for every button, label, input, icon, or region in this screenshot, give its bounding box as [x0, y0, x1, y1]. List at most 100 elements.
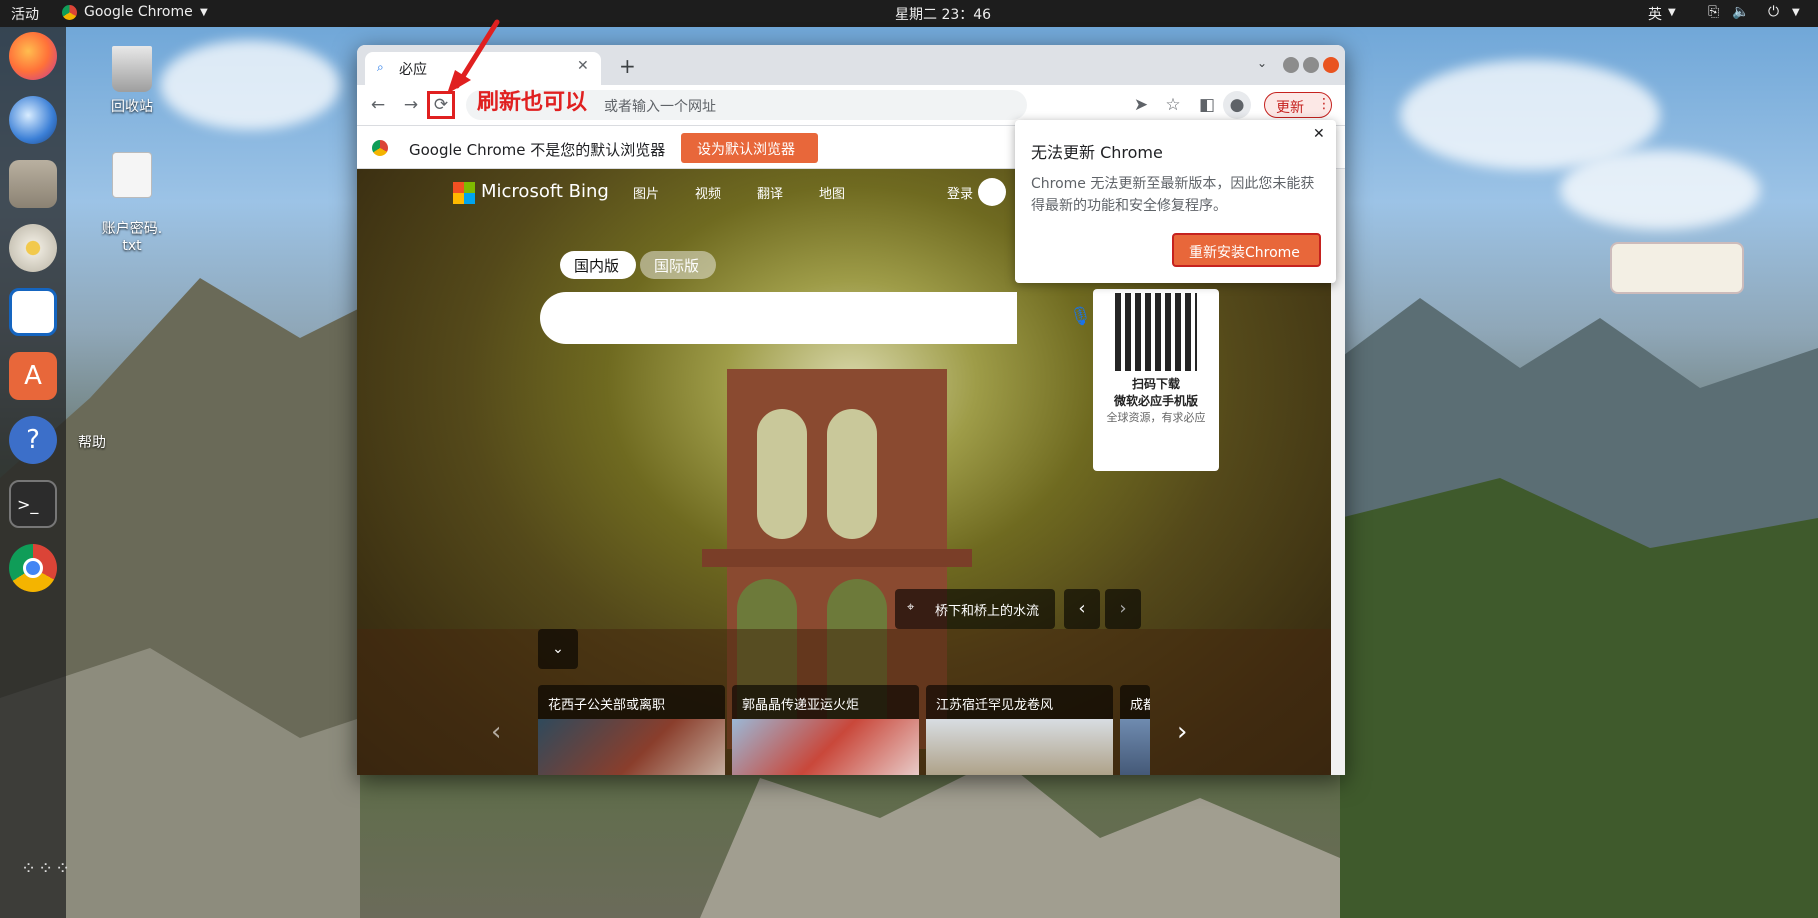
update-button[interactable]: 更新 ⋮ [1264, 92, 1332, 118]
tab-domestic-label: 国内版 [574, 257, 620, 275]
back-button[interactable]: ← [364, 91, 392, 119]
location-pin-icon: ⌖ [907, 600, 915, 615]
news-card[interactable]: 江苏宿迁罕见龙卷风 [926, 685, 1113, 775]
input-method-indicator[interactable]: 英 [1648, 4, 1662, 24]
carousel-prev-icon[interactable]: ‹ [491, 717, 501, 747]
text-file-icon [112, 152, 152, 198]
reinstall-chrome-label: 重新安装Chrome [1189, 245, 1300, 261]
chevron-down-icon: ▼ [1792, 7, 1800, 18]
tab-title: 必应 [399, 62, 427, 78]
tab-international[interactable]: 国际版 [640, 251, 716, 279]
bing-logo[interactable]: Microsoft Bing [481, 181, 609, 202]
thunderbird-icon[interactable] [9, 96, 57, 144]
app-menu-label[interactable]: Google Chrome [84, 4, 193, 20]
ime-status-widget[interactable] [1610, 242, 1744, 294]
news-card[interactable]: 成都 [1120, 685, 1150, 775]
volume-icon[interactable]: 🔈 [1732, 4, 1749, 20]
omnibox-placeholder: 或者输入一个网址 [604, 99, 716, 115]
bookmark-star-icon[interactable]: ☆ [1159, 91, 1187, 119]
close-window-button[interactable] [1323, 57, 1339, 73]
qr-panel: 扫码下载 微软必应手机版 全球资源，有求必应 [1093, 289, 1219, 471]
news-card[interactable]: 郭晶晶传递亚运火炬 [732, 685, 919, 775]
close-icon[interactable]: ✕ [577, 58, 589, 74]
set-default-browser-button[interactable]: 设为默认浏览器 [681, 133, 818, 163]
set-default-browser-label: 设为默认浏览器 [697, 142, 795, 158]
search-input[interactable] [540, 292, 1017, 344]
clock[interactable]: 星期二 23：46 [895, 4, 991, 24]
network-icon[interactable]: ⎘ [1708, 4, 1719, 20]
desktop-icon-text-file[interactable]: 账户密码. txt [87, 136, 177, 254]
side-panel-icon[interactable]: ◧ [1193, 91, 1221, 119]
new-tab-button[interactable]: + [619, 54, 636, 78]
news-card-image [926, 719, 1113, 775]
files-icon[interactable] [9, 160, 57, 208]
trash-icon [112, 46, 152, 92]
desktop-icon-trash[interactable]: 回收站 [87, 46, 177, 116]
desktop-icon-label: 回收站 [111, 99, 153, 115]
send-icon[interactable]: ➤ [1127, 91, 1155, 119]
top-bar: 活动 Google Chrome ▼ 星期二 23：46 英 ▼ ⎘ 🔈 ⏻ ▼ [0, 0, 1818, 27]
qr-code-icon [1115, 293, 1197, 371]
close-icon[interactable]: ✕ [1313, 126, 1325, 142]
dock: A ? >_ ⁘⁘⁘ [0, 27, 70, 918]
show-apps-grid-icon[interactable]: ⁘⁘⁘ [21, 860, 70, 889]
chrome-icon [62, 5, 77, 20]
chrome-icon [372, 140, 388, 156]
news-card[interactable]: 花西子公关部或离职 [538, 685, 725, 775]
dialog-title: 无法更新 Chrome [1031, 143, 1163, 162]
infobar-message: Google Chrome 不是您的默认浏览器 [409, 141, 666, 159]
power-icon[interactable]: ⏻ [1768, 4, 1779, 20]
more-menu-icon: ⋮ [1317, 96, 1331, 112]
qr-title: 扫码下载 [1131, 377, 1180, 391]
nav-videos[interactable]: 视频 [695, 183, 721, 202]
bing-logo-icon[interactable] [453, 182, 475, 204]
dialog-body: Chrome 无法更新至最新版本，因此您未能获得最新的功能和安全修复程序。 [1031, 176, 1315, 214]
rhythmbox-icon[interactable] [9, 224, 57, 272]
update-button-label: 更新 [1276, 100, 1304, 116]
desktop-icon-label: 账户密码. txt [101, 221, 163, 254]
profile-icon[interactable]: ● [1223, 91, 1251, 119]
annotation-label: 刷新也可以 [477, 90, 588, 115]
maximize-button[interactable] [1303, 57, 1319, 73]
firefox-icon[interactable] [9, 32, 57, 80]
chrome-dock-icon[interactable] [9, 544, 57, 592]
collapse-chevron-button[interactable]: ⌄ [538, 629, 578, 669]
news-card-title: 花西子公关部或离职 [548, 698, 666, 713]
news-card-image [538, 719, 725, 775]
tab-search-chevron-icon[interactable]: ⌄ [1257, 56, 1267, 70]
news-card-title: 江苏宿迁罕见龙卷风 [936, 698, 1054, 713]
location-caption-text: 桥下和桥上的水流 [935, 604, 1040, 619]
forward-button[interactable]: → [397, 91, 425, 119]
qr-subtitle: 微软必应手机版 [1113, 394, 1198, 408]
tab-international-label: 国际版 [654, 257, 700, 275]
news-card-title: 成都 [1130, 698, 1150, 713]
avatar[interactable] [978, 178, 1006, 206]
chevron-down-icon: ▼ [200, 7, 208, 18]
update-failed-dialog: ✕ 无法更新 Chrome Chrome 无法更新至最新版本，因此您未能获得最新… [1015, 120, 1336, 283]
minimize-button[interactable] [1283, 57, 1299, 73]
nav-images[interactable]: 图片 [633, 183, 659, 202]
prev-image-button[interactable]: ‹ [1064, 589, 1100, 629]
writer-icon[interactable] [9, 288, 57, 336]
next-image-button[interactable]: › [1105, 589, 1141, 629]
tab-domestic[interactable]: 国内版 [560, 251, 636, 279]
sky-cloud [160, 40, 340, 130]
help-icon[interactable]: ? [9, 416, 57, 464]
nav-maps[interactable]: 地图 [819, 183, 845, 202]
chevron-down-icon: ▼ [1668, 7, 1676, 18]
search-icon: ⌕ [377, 60, 384, 74]
location-caption[interactable]: ⌖ 桥下和桥上的水流 [895, 589, 1055, 629]
news-card-image [732, 719, 919, 775]
login-link[interactable]: 登录 [947, 183, 973, 202]
activities-button[interactable]: 活动 [11, 4, 39, 24]
news-card-image [1120, 719, 1150, 775]
software-icon[interactable]: A [9, 352, 57, 400]
qr-tagline: 全球资源，有求必应 [1106, 411, 1206, 424]
terminal-icon[interactable]: >_ [9, 480, 57, 528]
nav-translate[interactable]: 翻译 [757, 183, 783, 202]
reinstall-chrome-button[interactable]: 重新安装Chrome [1172, 233, 1321, 267]
news-card-title: 郭晶晶传递亚运火炬 [742, 698, 860, 713]
carousel-next-icon[interactable]: › [1177, 717, 1187, 747]
microphone-icon[interactable]: 🎙 [1069, 306, 1092, 327]
dock-tooltip: 帮助 [78, 435, 106, 451]
